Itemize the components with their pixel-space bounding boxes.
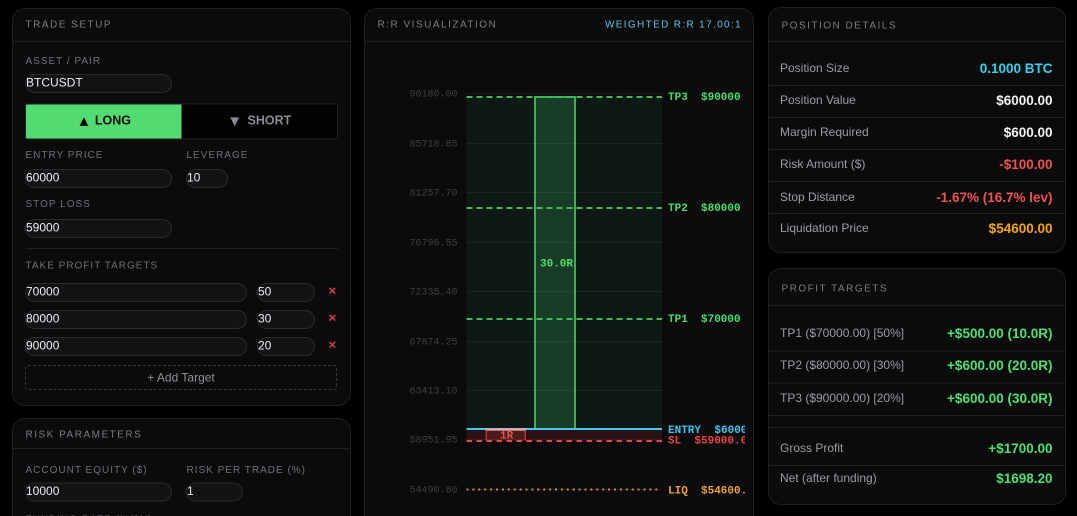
svg-text:TP1: TP1 — [668, 314, 688, 326]
svg-text:81257.70: 81257.70 — [409, 189, 457, 200]
svg-text:$70000: $70000 — [701, 314, 741, 326]
svg-text:LIQ: LIQ — [668, 486, 688, 498]
svg-text:85718.85: 85718.85 — [409, 140, 457, 151]
svg-text:TP2: TP2 — [668, 203, 688, 215]
svg-text:54490.80: 54490.80 — [409, 486, 457, 497]
svg-text:72335.40: 72335.40 — [409, 288, 457, 299]
svg-text:76796.55: 76796.55 — [409, 239, 457, 250]
svg-text:90180.00: 90180.00 — [409, 90, 457, 101]
svg-text:TP3: TP3 — [668, 92, 688, 104]
svg-text:67874.25: 67874.25 — [409, 338, 457, 349]
svg-text:$90000: $90000 — [701, 92, 741, 104]
svg-text:63413.10: 63413.10 — [409, 387, 457, 398]
svg-text:58951.95: 58951.95 — [409, 436, 457, 447]
svg-text:SL: SL — [668, 436, 682, 448]
svg-text:$59000.00: $59000.00 — [694, 436, 745, 448]
svg-text:30.0R: 30.0R — [540, 259, 573, 271]
svg-text:$54600.00: $54600.00 — [701, 486, 745, 498]
svg-text:$80000: $80000 — [701, 203, 741, 215]
